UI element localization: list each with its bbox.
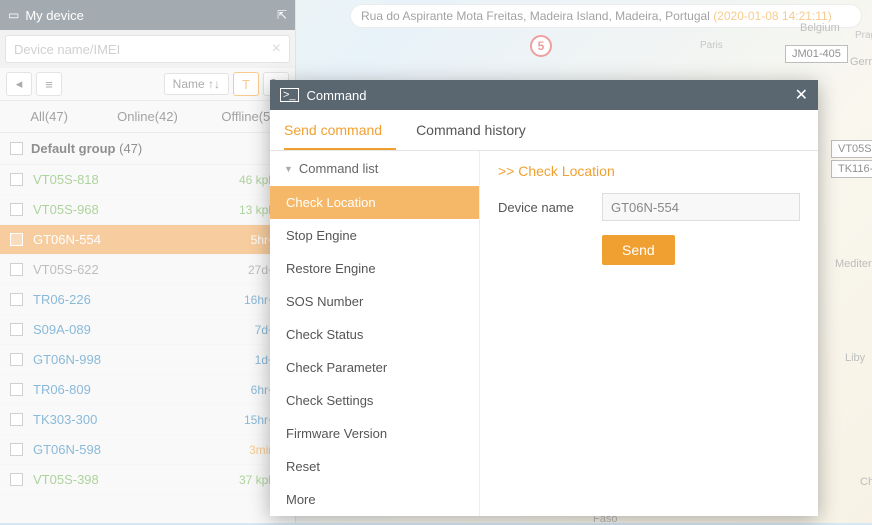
modal-header: >_ Command ✕ — [270, 80, 818, 110]
command-item[interactable]: SOS Number — [270, 285, 479, 318]
close-icon[interactable]: ✕ — [795, 85, 808, 105]
device-name-label: Device name — [498, 200, 588, 215]
command-list-label: Command list — [299, 161, 378, 176]
command-detail-title: >> Check Location — [498, 161, 800, 193]
command-detail-panel: >> Check Location Device name Send — [480, 151, 818, 516]
command-item[interactable]: Restore Engine — [270, 252, 479, 285]
chevron-down-icon: ▼ — [284, 164, 293, 174]
command-item[interactable]: Firmware Version — [270, 417, 479, 450]
modal-tabs: Send command Command history — [270, 110, 818, 151]
tab-command-history[interactable]: Command history — [416, 110, 540, 150]
command-item[interactable]: Check Settings — [270, 384, 479, 417]
command-item[interactable]: More — [270, 483, 479, 516]
command-modal: >_ Command ✕ Send command Command histor… — [270, 80, 818, 516]
tab-send-command[interactable]: Send command — [284, 110, 396, 150]
send-button[interactable]: Send — [602, 235, 675, 265]
modal-body: ▼ Command list Check LocationStop Engine… — [270, 151, 818, 516]
command-item[interactable]: Check Status — [270, 318, 479, 351]
command-item[interactable]: Check Location — [270, 186, 479, 219]
device-name-row: Device name — [498, 193, 800, 221]
command-list-panel: ▼ Command list Check LocationStop Engine… — [270, 151, 480, 516]
device-name-field[interactable] — [602, 193, 800, 221]
command-item[interactable]: Stop Engine — [270, 219, 479, 252]
modal-title: Command — [307, 88, 367, 103]
command-item[interactable]: Reset — [270, 450, 479, 483]
command-item[interactable]: Check Parameter — [270, 351, 479, 384]
terminal-icon: >_ — [280, 88, 299, 102]
command-list-header[interactable]: ▼ Command list — [270, 151, 479, 186]
